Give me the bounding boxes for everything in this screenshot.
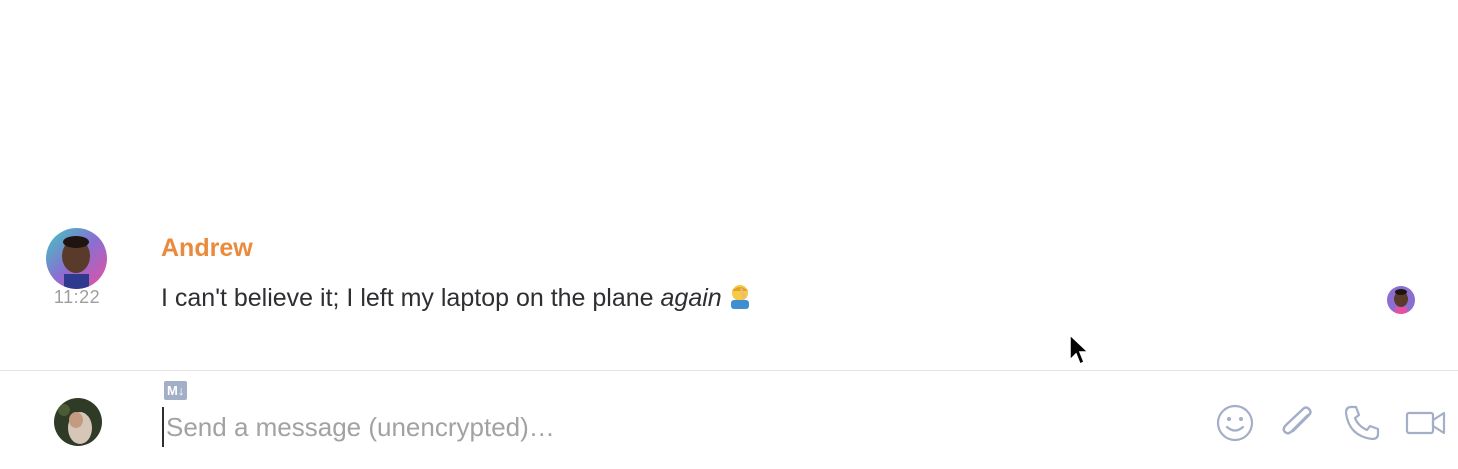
video-camera-icon	[1405, 411, 1446, 435]
sender-avatar[interactable]	[46, 228, 107, 289]
paperclip-icon	[1282, 406, 1312, 435]
smiley-icon	[1216, 404, 1254, 442]
message-input[interactable]	[162, 407, 1166, 447]
message-text: I can't believe it; I left my laptop on …	[161, 284, 661, 312]
voice-call-button[interactable]	[1340, 401, 1384, 445]
message-composer: M↓	[0, 370, 1458, 469]
message-tile[interactable]: 11:22 Andrew I can't believe it; I left …	[0, 226, 1458, 326]
mouse-pointer-icon	[1068, 333, 1092, 375]
message-body: I can't believe it; I left my laptop on …	[161, 283, 752, 316]
read-receipt-avatar[interactable]	[1387, 286, 1415, 314]
facepalm-emoji-icon	[728, 283, 752, 316]
sender-name[interactable]: Andrew	[161, 234, 253, 263]
room-timeline: 11:22 Andrew I can't believe it; I left …	[0, 0, 1458, 370]
message-timestamp[interactable]: 11:22	[38, 287, 116, 308]
attachment-button[interactable]	[1276, 401, 1320, 445]
video-call-button[interactable]	[1404, 401, 1448, 445]
own-avatar[interactable]	[54, 398, 102, 446]
emoji-button[interactable]	[1213, 401, 1257, 445]
phone-icon	[1344, 405, 1380, 441]
markdown-badge[interactable]: M↓	[164, 381, 188, 400]
message-emphasis: again	[660, 284, 722, 312]
